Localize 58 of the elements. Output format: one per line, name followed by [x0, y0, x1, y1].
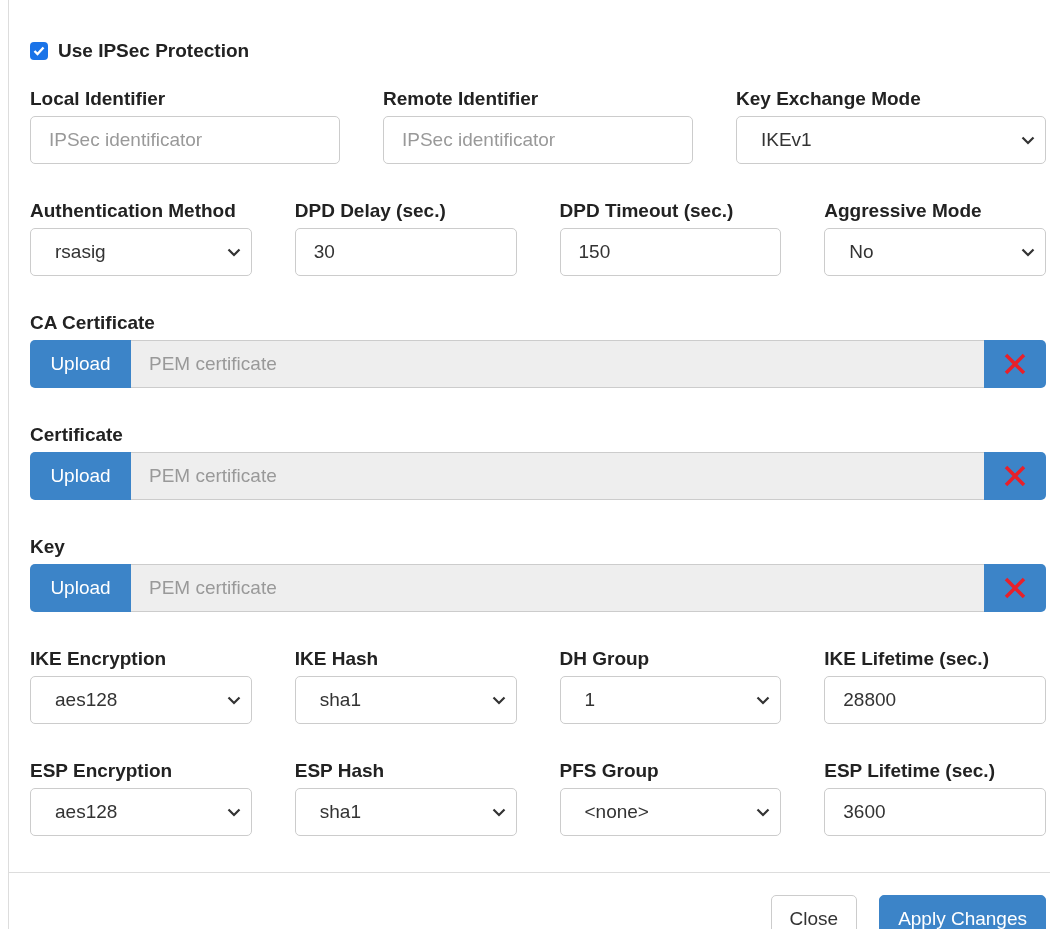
text-field[interactable]: 3600: [824, 788, 1046, 836]
chevron-down-icon: [226, 695, 241, 705]
text-field[interactable]: IPSec identificator: [30, 116, 340, 164]
field-label: Authentication Method: [30, 200, 237, 222]
dropdown[interactable]: IKEv1: [736, 116, 1046, 164]
close-icon: [1003, 464, 1027, 488]
close-button[interactable]: Close: [770, 895, 858, 929]
dropdown[interactable]: <none>: [559, 788, 782, 836]
text-field[interactable]: 150: [559, 228, 782, 276]
field-label: Local Identifier: [30, 88, 167, 110]
field-label: IKE Lifetime (sec.): [824, 648, 990, 670]
dropdown[interactable]: sha1: [294, 676, 517, 724]
upload-button[interactable]: Upload: [30, 452, 131, 500]
field-label: IKE Encryption: [30, 648, 168, 670]
dropdown[interactable]: rsasig: [30, 228, 252, 276]
field-label: Key: [30, 536, 66, 558]
dropdown[interactable]: sha1: [294, 788, 517, 836]
chevron-down-icon: [1021, 135, 1035, 145]
remove-button[interactable]: [984, 452, 1046, 500]
checkbox-label: Use IPSec Protection: [58, 40, 250, 62]
chevron-down-icon: [226, 247, 241, 257]
remove-button[interactable]: [984, 340, 1046, 388]
upload-button[interactable]: Upload: [30, 564, 131, 612]
text-field[interactable]: 28800: [824, 676, 1046, 724]
chevron-down-icon: [491, 807, 506, 817]
field-label: ESP Lifetime (sec.): [824, 760, 996, 782]
field-label: DPD Timeout (sec.): [559, 200, 735, 222]
dropdown[interactable]: aes128: [30, 788, 252, 836]
chevron-down-icon: [1021, 247, 1035, 257]
field-label: Aggressive Mode: [824, 200, 983, 222]
chevron-down-icon: [226, 807, 241, 817]
dropdown[interactable]: No: [824, 228, 1046, 276]
dropdown[interactable]: aes128: [30, 676, 252, 724]
field-label: Certificate: [30, 424, 124, 446]
field-label: ESP Hash: [294, 760, 386, 782]
field-label: CA Certificate: [30, 312, 156, 334]
field-label: DPD Delay (sec.): [294, 200, 447, 222]
file-field[interactable]: PEM certificate: [131, 340, 984, 388]
chevron-down-icon: [491, 695, 506, 705]
field-label: DH Group: [559, 648, 651, 670]
field-label: IKE Hash: [294, 648, 380, 670]
file-field[interactable]: PEM certificate: [131, 452, 984, 500]
field-label: PFS Group: [559, 760, 660, 782]
field-label: Key Exchange Mode: [736, 88, 922, 110]
text-field[interactable]: 30: [294, 228, 517, 276]
file-field[interactable]: PEM certificate: [131, 564, 984, 612]
close-icon: [1003, 576, 1027, 600]
text-field[interactable]: IPSec identificator: [383, 116, 693, 164]
close-icon: [1003, 352, 1027, 376]
dropdown[interactable]: 1: [559, 676, 782, 724]
chevron-down-icon: [756, 695, 771, 705]
field-label: Remote Identifier: [383, 88, 540, 110]
checkbox[interactable]: [30, 42, 48, 60]
apply-button[interactable]: Apply Changes: [879, 895, 1046, 929]
remove-button[interactable]: [984, 564, 1046, 612]
upload-button[interactable]: Upload: [30, 340, 131, 388]
field-label: ESP Encryption: [30, 760, 174, 782]
chevron-down-icon: [756, 807, 771, 817]
